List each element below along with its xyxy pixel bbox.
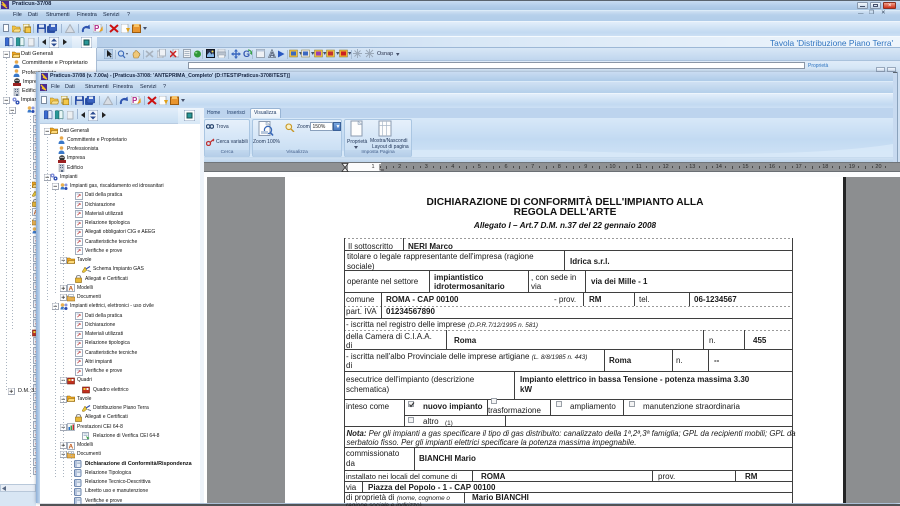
svg-text:P: P <box>132 96 138 105</box>
svg-text:A: A <box>69 286 74 293</box>
svg-text:A: A <box>270 52 275 58</box>
svg-text:A: A <box>69 443 74 450</box>
svg-text:P: P <box>94 24 100 33</box>
